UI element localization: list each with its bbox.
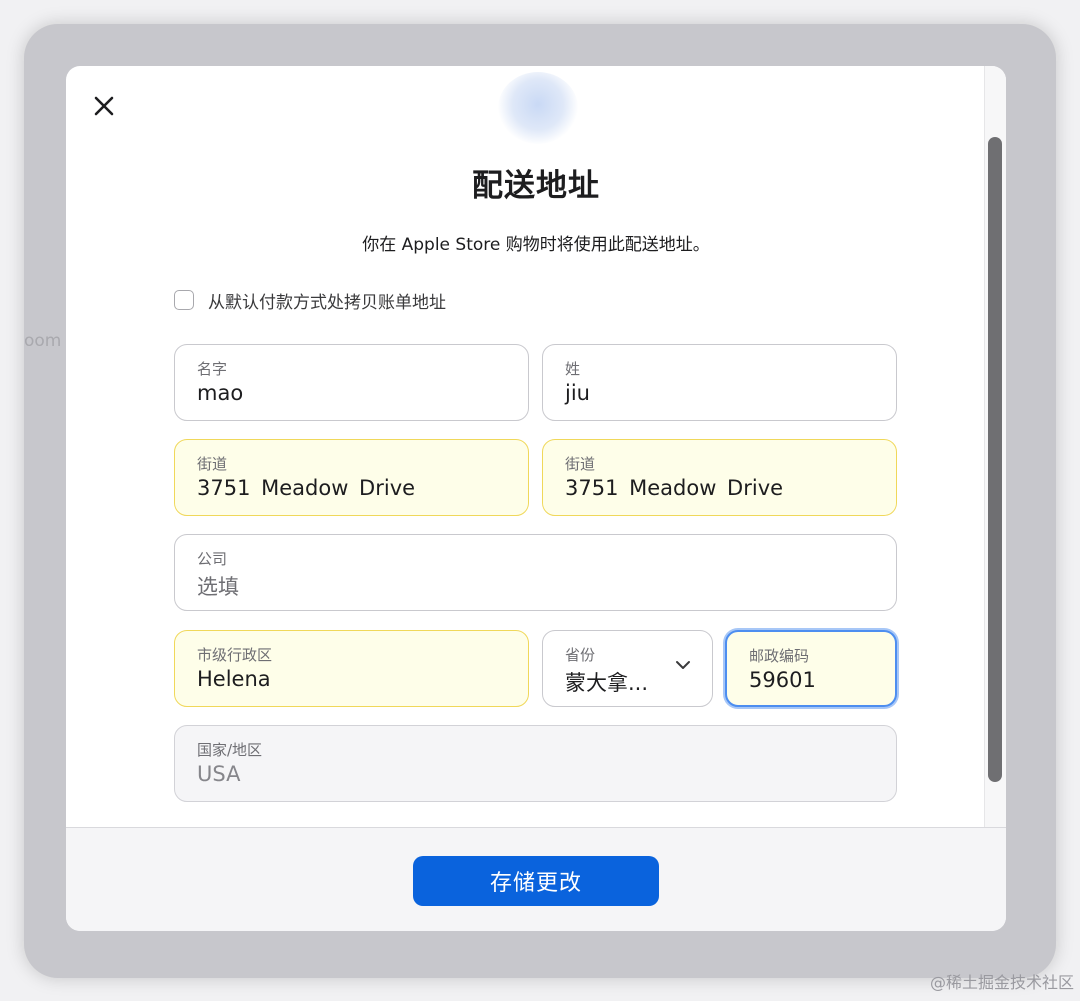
copy-billing-label: 从默认付款方式处拷贝账单地址 [208, 292, 446, 313]
last-name-field[interactable]: 姓 jiu [542, 344, 897, 421]
street-2-label: 街道 [565, 455, 596, 473]
city-label: 市级行政区 [197, 646, 273, 664]
shipping-address-dialog: 配送地址 你在 Apple Store 购物时将使用此配送地址。 从默认付款方式… [66, 66, 1006, 931]
dialog-subtitle: 你在 Apple Store 购物时将使用此配送地址。 [362, 235, 710, 255]
dialog-footer: 存储更改 [66, 827, 1006, 931]
country-field: 国家/地区 USA [174, 725, 897, 802]
company-placeholder: 选填 [197, 575, 239, 599]
postal-code-field[interactable]: 邮政编码 59601 [725, 630, 897, 707]
city-value: Helena [197, 667, 271, 691]
country-value: USA [197, 762, 241, 786]
copy-billing-checkbox[interactable] [174, 290, 194, 310]
close-button[interactable] [90, 92, 118, 120]
company-label: 公司 [197, 550, 228, 568]
watermark: @稀土掘金技术社区 [929, 973, 1074, 992]
province-select[interactable]: 省份 蒙大拿... [542, 630, 713, 707]
country-label: 国家/地区 [197, 741, 263, 759]
street-2-value: 3751 Meadow Drive [565, 476, 784, 500]
street-1-label: 街道 [197, 455, 228, 473]
postal-code-value: 59601 [749, 668, 816, 692]
province-value: 蒙大拿... [565, 671, 649, 695]
chevron-down-icon [676, 661, 690, 669]
company-field[interactable]: 公司 选填 [174, 534, 897, 611]
copy-billing-row[interactable]: 从默认付款方式处拷贝账单地址 [174, 287, 446, 313]
close-icon [94, 96, 114, 116]
city-field[interactable]: 市级行政区 Helena [174, 630, 529, 707]
header-icon [498, 72, 578, 144]
street-field-1[interactable]: 街道 3751 Meadow Drive [174, 439, 529, 516]
first-name-value: mao [197, 381, 244, 405]
save-changes-button[interactable]: 存储更改 [413, 856, 659, 906]
scrollbar-thumb[interactable] [988, 137, 1002, 782]
first-name-field[interactable]: 名字 mao [174, 344, 529, 421]
street-field-2[interactable]: 街道 3751 Meadow Drive [542, 439, 897, 516]
last-name-value: jiu [565, 381, 590, 405]
first-name-label: 名字 [197, 360, 228, 378]
postal-code-label: 邮政编码 [749, 647, 810, 665]
street-1-value: 3751 Meadow Drive [197, 476, 416, 500]
background-text-fragment: oom [24, 331, 62, 351]
last-name-label: 姓 [565, 360, 581, 378]
province-label: 省份 [565, 646, 596, 664]
dialog-title: 配送地址 [472, 168, 600, 204]
